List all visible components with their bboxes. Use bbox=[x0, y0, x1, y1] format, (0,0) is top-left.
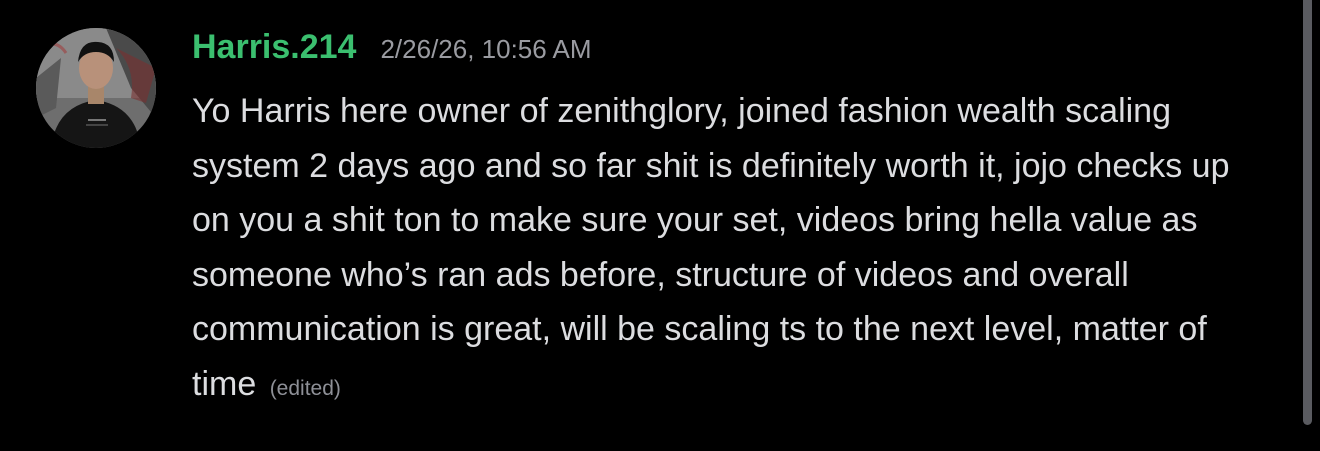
scrollbar[interactable] bbox=[1303, 0, 1312, 425]
message-header: Harris.214 2/26/26, 10:56 AM bbox=[192, 28, 1252, 84]
chat-message[interactable]: Harris.214 2/26/26, 10:56 AM Yo Harris h… bbox=[36, 28, 1286, 416]
author-username[interactable]: Harris.214 bbox=[192, 28, 356, 67]
message-content: Harris.214 2/26/26, 10:56 AM Yo Harris h… bbox=[192, 28, 1252, 416]
message-body: Yo Harris here owner of zenithglory, joi… bbox=[192, 84, 1252, 416]
user-avatar[interactable] bbox=[36, 28, 156, 148]
avatar-photo-icon bbox=[36, 28, 156, 148]
edited-label: (edited) bbox=[269, 376, 341, 400]
message-timestamp[interactable]: 2/26/26, 10:56 AM bbox=[380, 34, 591, 65]
message-text: Yo Harris here owner of zenithglory, joi… bbox=[192, 92, 1230, 403]
chat-window: Harris.214 2/26/26, 10:56 AM Yo Harris h… bbox=[0, 0, 1320, 451]
